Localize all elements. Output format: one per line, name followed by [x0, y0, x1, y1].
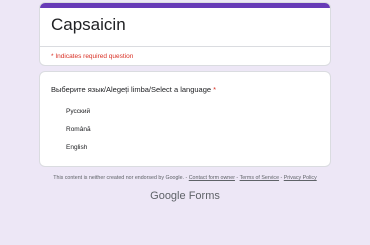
question-title: Выберите язык/Alegeți limba/Select a lan…	[51, 85, 216, 94]
question-card: Выберите язык/Alegeți limba/Select a lan…	[39, 71, 331, 167]
form-title: Capsaicin	[51, 15, 126, 34]
header-divider	[40, 46, 330, 47]
forms-wordmark: Forms	[188, 190, 220, 202]
option-english[interactable]: English	[66, 144, 87, 151]
terms-link[interactable]: Terms of Service	[240, 175, 279, 181]
privacy-link[interactable]: Privacy Policy	[284, 175, 317, 181]
google-wordmark: Google	[150, 190, 186, 202]
option-russian[interactable]: Русский	[66, 108, 90, 115]
option-romanian[interactable]: Română	[66, 126, 91, 133]
question-label: Выберите язык/Alegeți limba/Select a lan…	[51, 85, 212, 94]
form-header-card: Capsaicin * Indicates required question	[39, 2, 331, 66]
required-asterisk: *	[213, 85, 216, 94]
accent-bar	[40, 3, 330, 8]
google-forms-logo[interactable]: Google Forms	[0, 190, 370, 202]
required-note: * Indicates required question	[51, 53, 134, 60]
contact-owner-link[interactable]: Contact form owner	[189, 175, 235, 181]
footer: This content is neither created nor endo…	[0, 175, 370, 181]
footer-disclaimer: This content is neither created nor endo…	[53, 175, 188, 181]
